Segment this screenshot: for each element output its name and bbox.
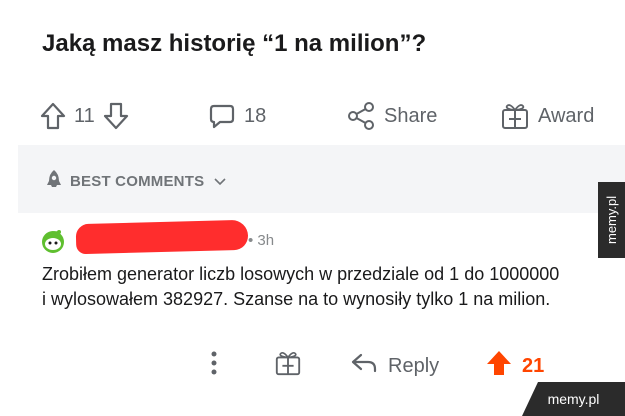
comment-vote-count: 21 — [522, 354, 545, 377]
more-options-button[interactable] — [210, 346, 218, 386]
comment-sort-bar: BEST COMMENTS — [18, 145, 625, 213]
upvote-count: 11 — [74, 104, 95, 127]
share-label: Share — [384, 104, 438, 127]
comment-vote-group: 21 — [486, 346, 544, 386]
rocket-icon — [44, 169, 64, 193]
post-action-bar: 11 18 Share Award — [30, 96, 610, 136]
sort-label: BEST COMMENTS — [70, 172, 205, 190]
comment-header — [40, 226, 66, 256]
comment-timestamp: • 3h — [248, 232, 275, 249]
more-options-icon — [210, 350, 218, 382]
post-title: Jaką masz historię “1 na milion”? — [42, 30, 427, 57]
avatar[interactable] — [40, 228, 66, 254]
downvote-icon[interactable] — [103, 101, 129, 131]
reply-icon — [350, 351, 378, 381]
chevron-down-icon — [214, 174, 226, 189]
comment-body: Zrobiłem generator liczb losowych w prze… — [42, 264, 560, 309]
redacted-username — [75, 219, 249, 255]
reply-button[interactable]: Reply — [350, 346, 439, 386]
share-button[interactable]: Share — [346, 96, 437, 136]
share-icon — [346, 101, 376, 131]
vote-group: 11 — [40, 96, 129, 136]
gift-icon — [274, 349, 302, 383]
corner-watermark: memy.pl — [522, 382, 625, 416]
upvote-active-icon[interactable] — [486, 349, 512, 383]
comment-action-bar: Reply 21 — [200, 346, 600, 386]
comments-button[interactable]: 18 — [208, 96, 266, 136]
sort-dropdown[interactable]: BEST COMMENTS — [44, 169, 226, 193]
comment-award-button[interactable] — [274, 346, 302, 386]
award-button[interactable]: Award — [500, 96, 594, 136]
comment-icon — [208, 102, 236, 130]
award-label: Award — [538, 104, 595, 127]
gift-icon — [500, 101, 530, 131]
side-watermark: memy.pl — [598, 182, 625, 258]
upvote-icon[interactable] — [40, 101, 66, 131]
reply-label: Reply — [388, 354, 440, 377]
comments-count: 18 — [244, 104, 267, 127]
